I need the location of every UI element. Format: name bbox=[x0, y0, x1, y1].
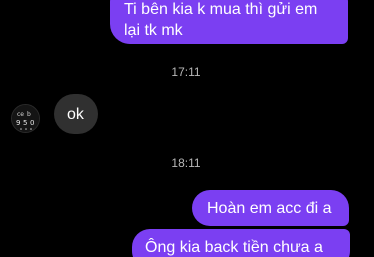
svg-text:9: 9 bbox=[16, 119, 20, 127]
contact-avatar-icon[interactable]: ce b 9 5 0 bbox=[11, 104, 40, 133]
svg-text:ce: ce bbox=[17, 111, 24, 118]
outgoing-message-bubble[interactable]: Ông kia back tiền chưa a bbox=[132, 229, 350, 257]
svg-text:5: 5 bbox=[23, 119, 27, 127]
message-timestamp: 18:11 bbox=[171, 156, 201, 170]
svg-text:0: 0 bbox=[30, 119, 34, 127]
avatar-graphic-icon: ce b 9 5 0 bbox=[12, 105, 39, 132]
message-text: Ông kia back tiền chưa a bbox=[145, 239, 323, 256]
svg-text:b: b bbox=[27, 111, 31, 118]
message-text-line-2: lại tk mk bbox=[124, 22, 183, 39]
message-text-line-1: Ti bên kia k mua thì gửi em bbox=[124, 1, 318, 18]
incoming-message-bubble[interactable]: ok bbox=[54, 94, 98, 134]
outgoing-message-bubble[interactable]: Ti bên kia k mua thì gửi em lại tk mk bbox=[110, 0, 348, 44]
message-text: Hoàn em acc đi a bbox=[207, 200, 332, 217]
outgoing-message-bubble[interactable]: Hoàn em acc đi a bbox=[192, 190, 349, 226]
message-timestamp: 17:11 bbox=[171, 65, 201, 79]
message-text: ok bbox=[67, 106, 84, 123]
chat-thread: Ti bên kia k mua thì gửi em lại tk mk 17… bbox=[0, 0, 374, 257]
